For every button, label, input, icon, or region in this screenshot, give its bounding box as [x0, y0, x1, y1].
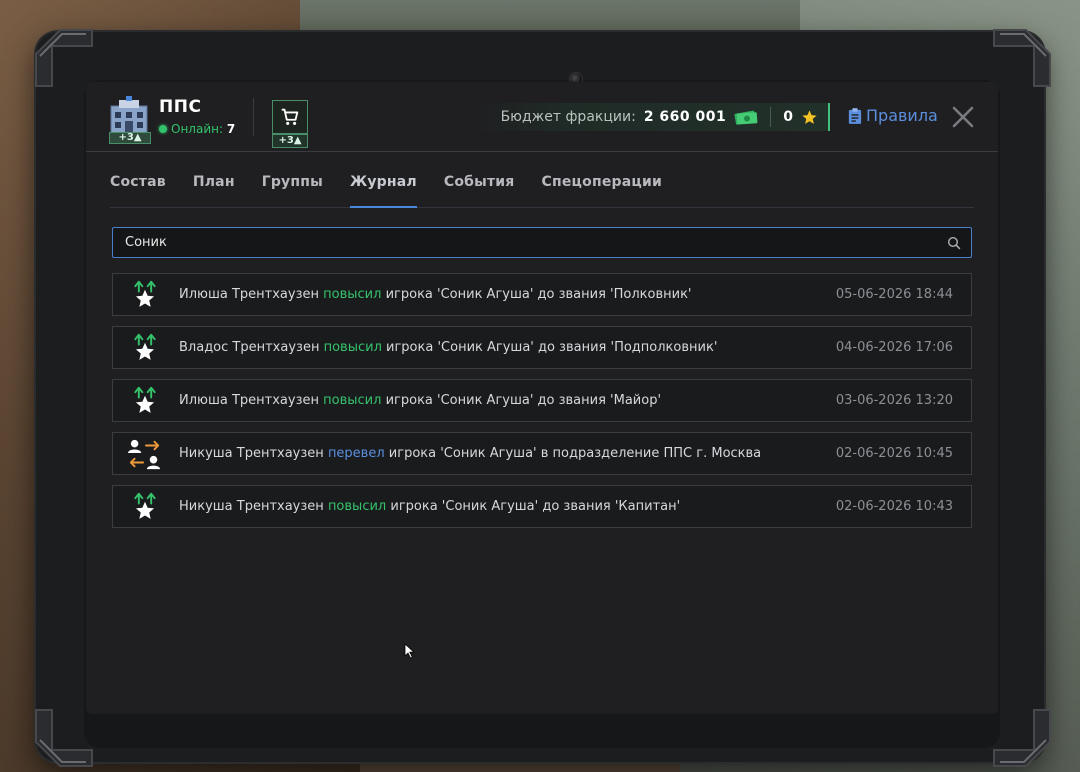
- journal-row: Илюша Трентхаузен повысил игрока 'Соник …: [112, 273, 972, 316]
- promote-star-icon: [113, 486, 177, 527]
- journal-list: Илюша Трентхаузен повысил игрока 'Соник …: [112, 273, 972, 538]
- transfer-users-icon: [113, 433, 177, 474]
- mouse-cursor-icon: [404, 643, 416, 659]
- journal-details: игрока 'Соник Агуша' до звания 'Капитан': [390, 499, 681, 514]
- journal-entry-text: Никуша Трентхаузен перевел игрока 'Соник…: [177, 446, 836, 461]
- tab-zhurnal[interactable]: Журнал: [350, 170, 417, 208]
- online-label: Онлайн:: [171, 122, 224, 136]
- rules-label: Правила: [866, 106, 938, 125]
- promote-star-icon: [113, 327, 177, 368]
- journal-actor: Владос Трентхаузен: [179, 340, 320, 355]
- journal-entry-text: Владос Трентхаузен повысил игрока 'Соник…: [177, 340, 836, 355]
- panel-header: +3▲ ППС Онлайн: 7 +3▲ Бюджет фракции: 2 …: [86, 82, 998, 152]
- journal-action: повысил: [327, 499, 387, 514]
- tab-bar: Состав План Группы Журнал События Спецоп…: [110, 170, 974, 208]
- budget-value: 2 660 001: [643, 109, 727, 125]
- journal-action: повысил: [323, 340, 382, 355]
- journal-actor: Никуша Трентхаузен: [179, 446, 324, 461]
- journal-details: игрока 'Соник Агуша' до звания 'Полковни…: [385, 287, 692, 302]
- journal-action: повысил: [323, 393, 382, 408]
- journal-row: Никуша Трентхаузен перевел игрока 'Соник…: [112, 432, 972, 475]
- journal-details: игрока 'Соник Агуша' до звания 'Майор': [385, 393, 662, 408]
- journal-date: 04-06-2026 17:06: [835, 340, 953, 355]
- tab-sobytiya[interactable]: События: [444, 170, 515, 208]
- tab-plan[interactable]: План: [193, 170, 235, 208]
- header-divider: [253, 98, 254, 136]
- money-icon: [734, 110, 758, 125]
- journal-row: Илюша Трентхаузен повысил игрока 'Соник …: [112, 379, 972, 422]
- journal-row: Никуша Трентхаузен повысил игрока 'Соник…: [112, 485, 972, 528]
- search-input[interactable]: [113, 228, 913, 257]
- cart-icon: [281, 108, 299, 125]
- journal-actor: Илюша Трентхаузен: [179, 287, 319, 302]
- journal-action: перевел: [327, 446, 385, 461]
- close-button[interactable]: [950, 104, 976, 130]
- journal-date: 05-06-2026 18:44: [835, 287, 953, 302]
- online-count: 7: [226, 122, 236, 136]
- tab-gruppy[interactable]: Группы: [262, 170, 323, 208]
- faction-budget: Бюджет фракции: 2 660 001 0: [476, 103, 830, 131]
- star-icon: [802, 109, 817, 124]
- journal-actor: Никуша Трентхаузен: [179, 499, 324, 514]
- clipboard-icon: [848, 107, 862, 124]
- faction-level-badge: +3▲: [109, 132, 151, 144]
- journal-date: 02-06-2026 10:45: [835, 446, 953, 461]
- journal-date: 02-06-2026 10:43: [835, 499, 953, 514]
- close-icon: [952, 106, 974, 128]
- tab-sostav[interactable]: Состав: [110, 170, 166, 208]
- journal-actor: Илюша Трентхаузен: [179, 393, 319, 408]
- shop-cart-button[interactable]: [272, 100, 308, 134]
- cart-level-badge: +3▲: [272, 134, 308, 148]
- online-dot-icon: [159, 125, 167, 133]
- journal-date: 03-06-2026 13:20: [835, 393, 953, 408]
- search-icon[interactable]: [947, 236, 961, 250]
- journal-row: Владос Трентхаузен повысил игрока 'Соник…: [112, 326, 972, 369]
- faction-name: ППС: [159, 97, 202, 117]
- budget-separator: [770, 107, 772, 127]
- journal-details: игрока 'Соник Агуша' в подразделение ППС…: [388, 446, 762, 461]
- tab-specoperacii[interactable]: Спецоперации: [542, 170, 662, 208]
- promote-star-icon: [113, 380, 177, 421]
- journal-action: повысил: [323, 287, 382, 302]
- faction-panel: +3▲ ППС Онлайн: 7 +3▲ Бюджет фракции: 2 …: [86, 82, 998, 714]
- budget-label: Бюджет фракции:: [500, 109, 636, 125]
- stars-value: 0: [783, 109, 793, 125]
- journal-details: игрока 'Соник Агуша' до звания 'Подполко…: [386, 340, 718, 355]
- search-box: [112, 227, 972, 258]
- journal-entry-text: Никуша Трентхаузен повысил игрока 'Соник…: [177, 499, 836, 514]
- journal-entry-text: Илюша Трентхаузен повысил игрока 'Соник …: [177, 393, 836, 408]
- promote-star-icon: [113, 274, 177, 315]
- online-status: Онлайн: 7: [159, 122, 235, 136]
- journal-entry-text: Илюша Трентхаузен повысил игрока 'Соник …: [177, 287, 836, 302]
- rules-link[interactable]: Правила: [848, 106, 938, 125]
